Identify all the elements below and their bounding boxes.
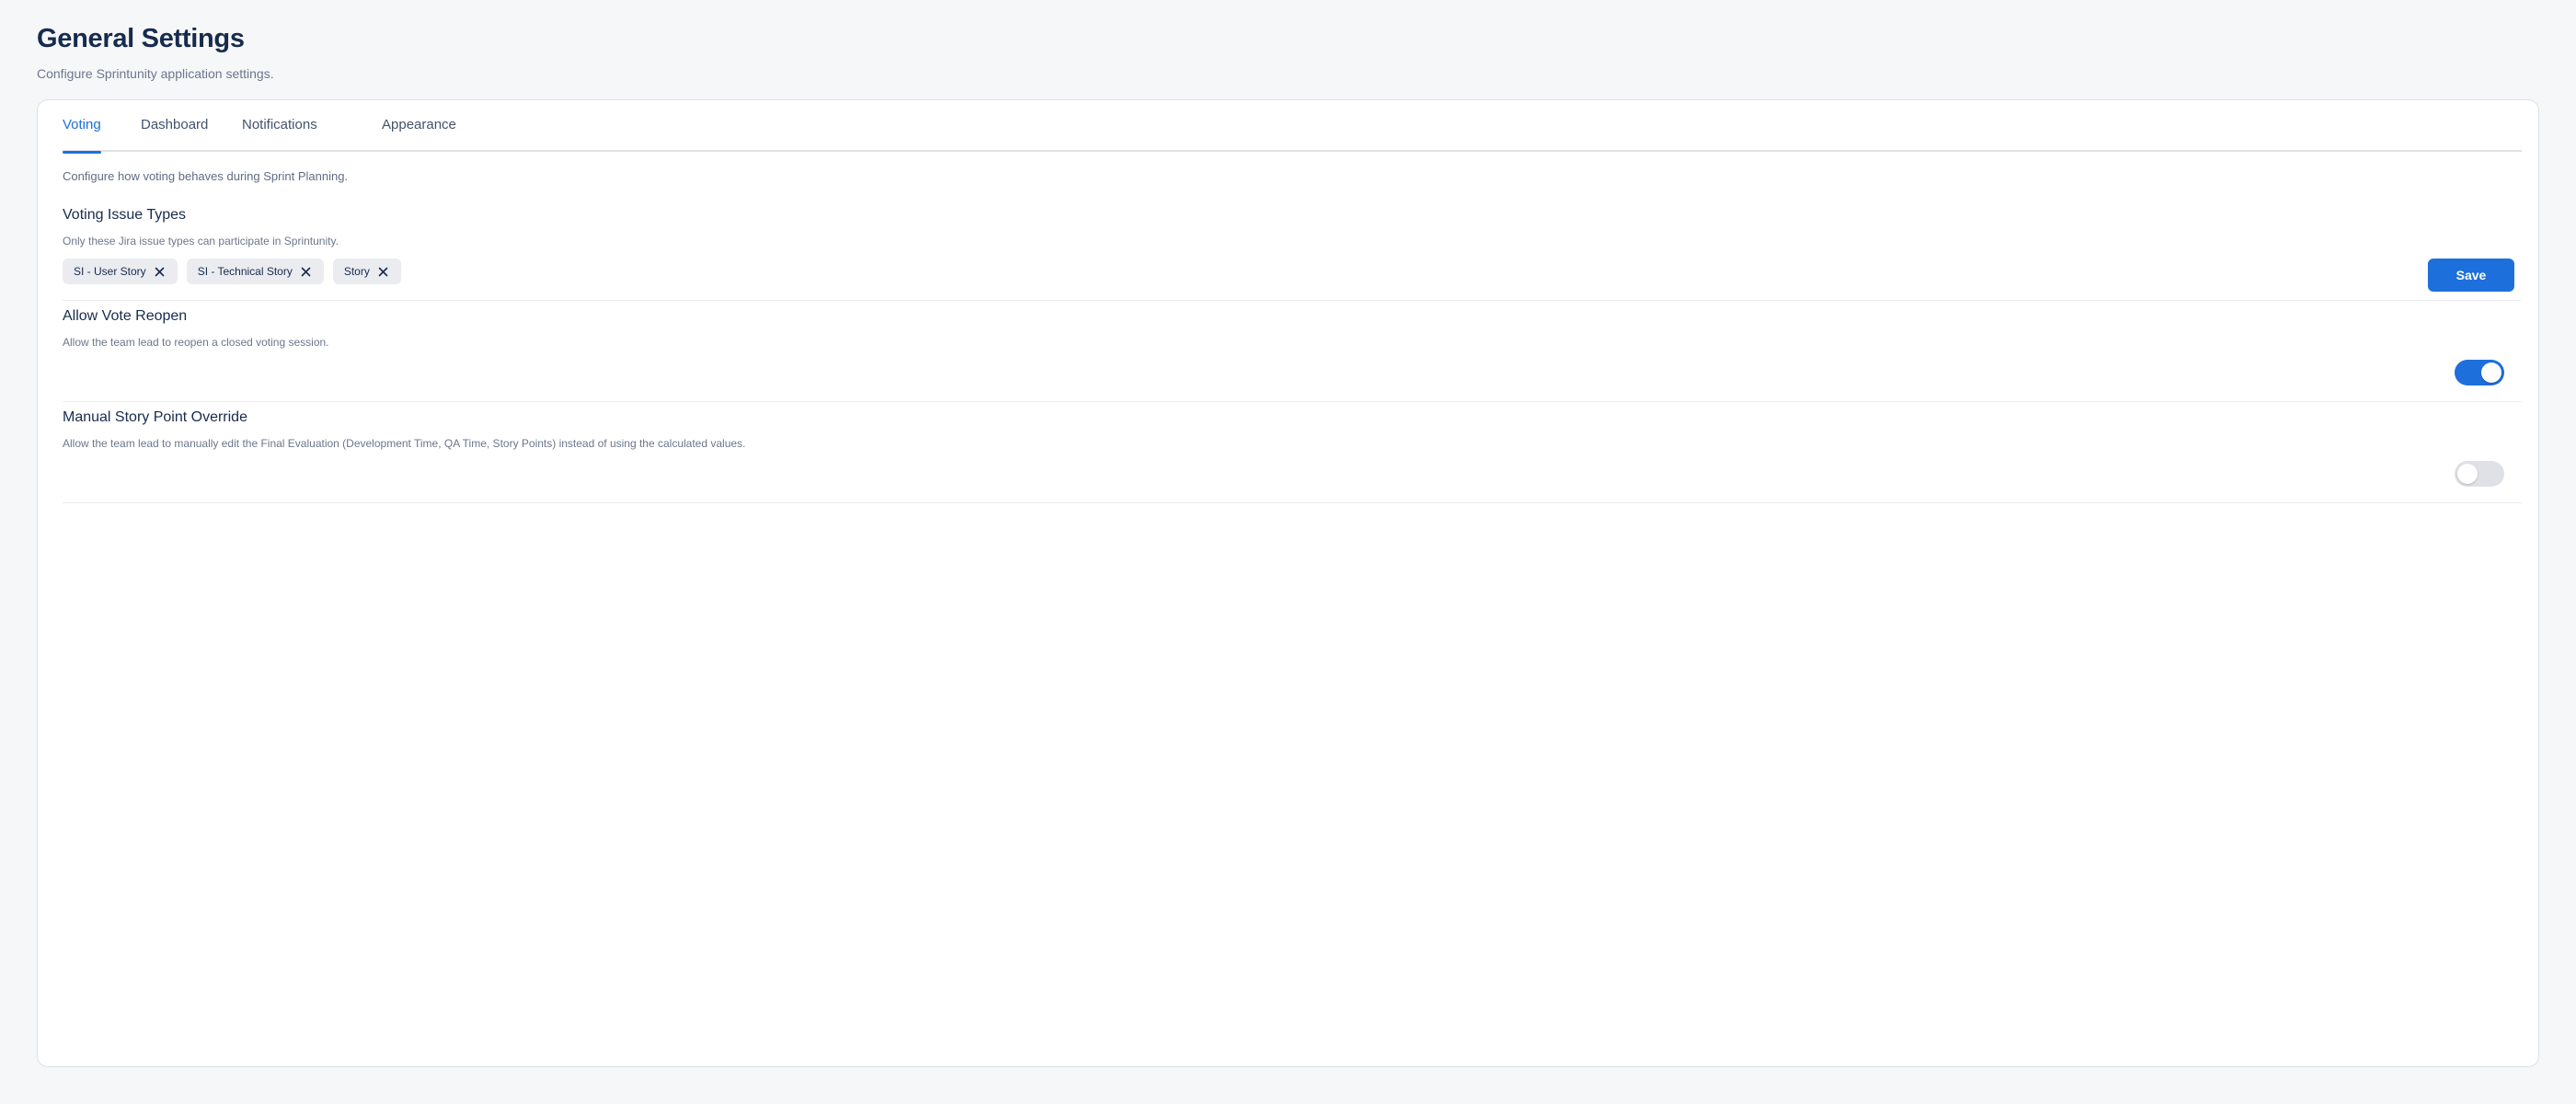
close-icon[interactable] bbox=[300, 265, 313, 278]
save-button[interactable]: Save bbox=[2428, 259, 2514, 292]
tab-bar: Voting Dashboard Notifications Appearanc… bbox=[63, 100, 2522, 154]
issue-type-chip: SI - User Story bbox=[63, 259, 178, 284]
vote-reopen-title: Allow Vote Reopen bbox=[63, 308, 188, 324]
chip-label: SI - Technical Story bbox=[197, 265, 293, 278]
issue-type-chip: Story bbox=[332, 259, 401, 284]
tab-notifications[interactable]: Notifications bbox=[242, 117, 317, 152]
issue-types-title: Voting Issue Types bbox=[63, 207, 187, 223]
settings-card: Voting Dashboard Notifications Appearanc… bbox=[37, 99, 2539, 1067]
chip-label: Story bbox=[343, 265, 370, 278]
close-icon[interactable] bbox=[154, 265, 167, 278]
toggle-knob bbox=[2481, 362, 2501, 383]
voting-intro: Configure how voting behaves during Spri… bbox=[63, 169, 349, 183]
toggle-knob bbox=[2457, 464, 2478, 484]
tab-appearance[interactable]: Appearance bbox=[382, 117, 456, 152]
manual-override-title: Manual Story Point Override bbox=[63, 409, 247, 425]
setting-issue-types: Voting Issue Types Only these Jira issue… bbox=[63, 207, 2522, 301]
issue-types-description: Only these Jira issue types can particip… bbox=[63, 235, 339, 247]
chip-label: SI - User Story bbox=[74, 265, 146, 278]
tab-dashboard[interactable]: Dashboard bbox=[141, 117, 208, 152]
issue-type-chips: SI - User Story SI - Technical Story Sto… bbox=[63, 259, 401, 284]
issue-type-chip: SI - Technical Story bbox=[186, 259, 324, 284]
page-subtitle: Configure Sprintunity application settin… bbox=[37, 66, 274, 81]
setting-manual-override: Manual Story Point Override Allow the te… bbox=[63, 409, 2522, 503]
vote-reopen-toggle[interactable] bbox=[2455, 360, 2504, 385]
vote-reopen-description: Allow the team lead to reopen a closed v… bbox=[63, 336, 329, 349]
page-header: General Settings Configure Sprintunity a… bbox=[37, 22, 274, 81]
page-title: General Settings bbox=[37, 24, 245, 53]
tab-voting[interactable]: Voting bbox=[63, 117, 101, 154]
manual-override-description: Allow the team lead to manually edit the… bbox=[63, 437, 746, 450]
setting-vote-reopen: Allow Vote Reopen Allow the team lead to… bbox=[63, 308, 2522, 402]
manual-override-toggle[interactable] bbox=[2455, 461, 2504, 487]
close-icon[interactable] bbox=[377, 265, 390, 278]
